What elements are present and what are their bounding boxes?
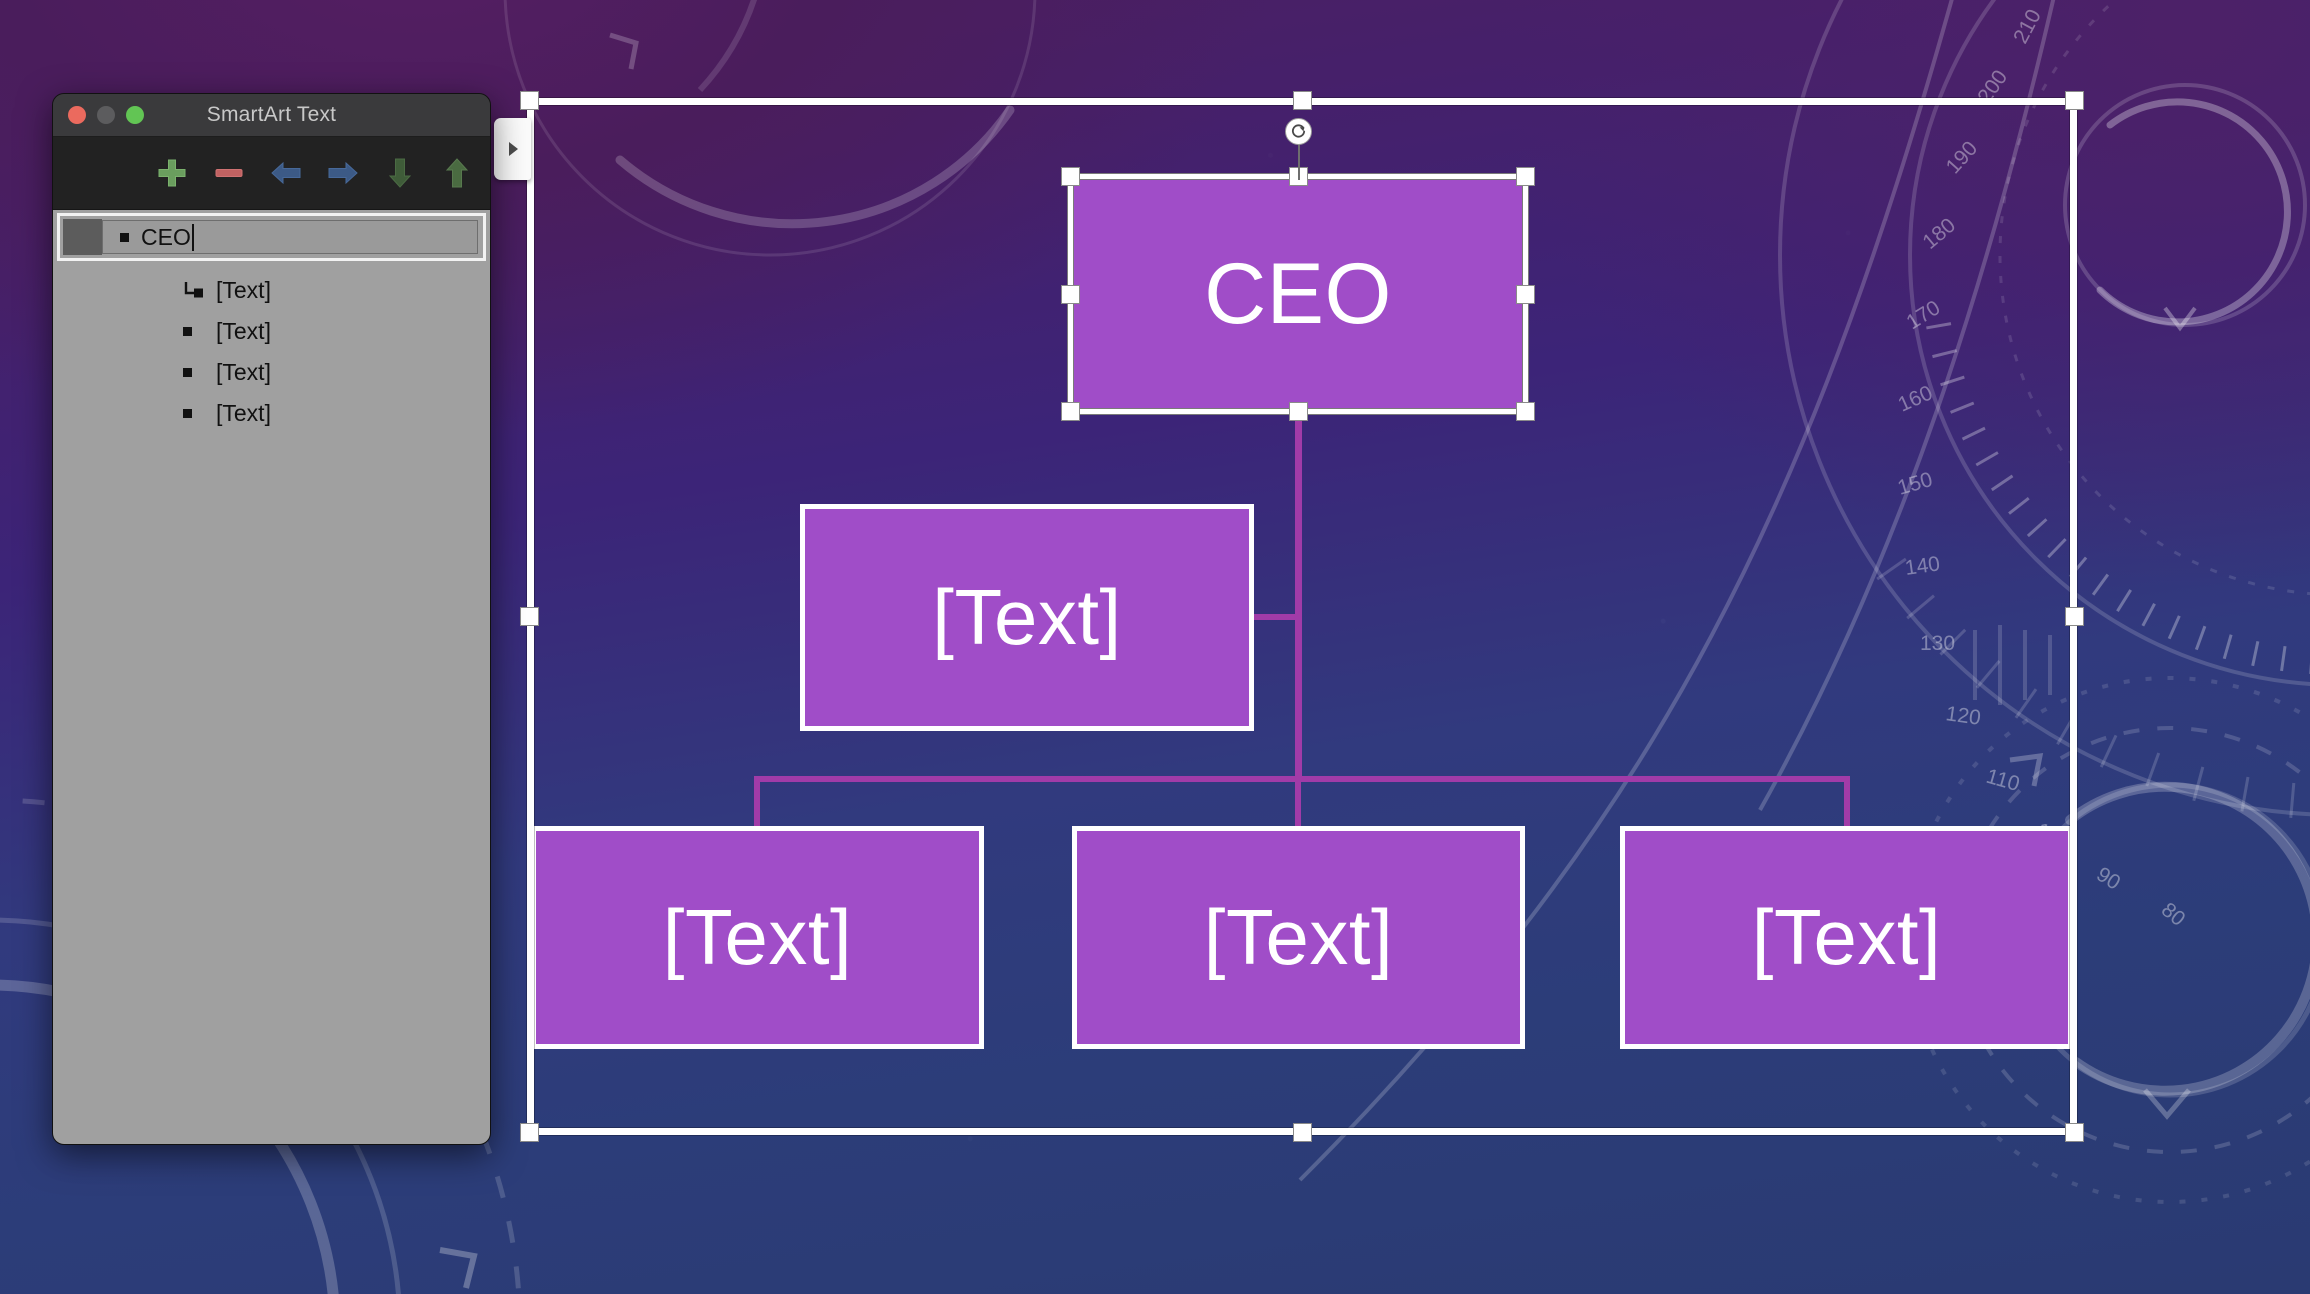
text-caret	[191, 223, 194, 251]
svg-text:200: 200	[1973, 66, 2012, 108]
bullet-square-icon	[183, 368, 206, 377]
svg-text:80: 80	[2157, 898, 2190, 931]
text-list-item-4[interactable]: [Text]	[53, 352, 490, 393]
minus-icon	[215, 169, 242, 177]
svg-text:210: 210	[2009, 6, 2046, 48]
arrow-up-icon	[445, 158, 468, 188]
svg-text:90: 90	[2092, 863, 2124, 895]
move-up-button[interactable]	[428, 149, 485, 197]
text-list-item-label: [Text]	[216, 400, 271, 426]
maximize-window-button[interactable]	[126, 106, 144, 124]
demote-button[interactable]	[314, 149, 371, 197]
minimize-window-button[interactable]	[97, 106, 115, 124]
promote-button[interactable]	[257, 149, 314, 197]
svg-text:140: 140	[1903, 552, 1941, 580]
svg-text:170: 170	[1902, 296, 1944, 334]
arrow-left-icon	[270, 161, 300, 185]
text-list-item-label: CEO	[141, 223, 191, 250]
text-list-item-selected[interactable]: CEO	[57, 213, 486, 261]
traffic-light-group	[68, 106, 144, 124]
add-shape-button[interactable]	[143, 149, 200, 197]
remove-shape-button[interactable]	[200, 149, 257, 197]
close-window-button[interactable]	[68, 106, 86, 124]
text-pane-toolbar	[53, 137, 490, 210]
smartart-text-window[interactable]: SmartArt Text CEO [Text] [Text] [Text] […	[52, 93, 491, 1145]
row-gutter	[63, 219, 102, 255]
text-list-item-label: [Text]	[216, 277, 271, 303]
bullet-square-icon	[120, 232, 129, 242]
text-list-item-3[interactable]: [Text]	[53, 311, 490, 352]
text-list-item-2[interactable]: [Text]	[53, 270, 490, 311]
window-title-bar[interactable]: SmartArt Text	[53, 94, 490, 137]
svg-text:190: 190	[1942, 137, 1983, 178]
bullet-square-icon	[183, 327, 206, 336]
svg-text:120: 120	[1944, 702, 1982, 730]
move-down-button[interactable]	[371, 149, 428, 197]
bullet-elbow-icon	[183, 280, 206, 301]
svg-text:130: 130	[1920, 632, 1955, 655]
text-list-item-label: [Text]	[216, 318, 271, 344]
plus-icon	[158, 159, 185, 187]
text-list-item-label: [Text]	[216, 359, 271, 385]
bullet-square-icon	[183, 409, 206, 418]
text-edit-field[interactable]: CEO	[102, 220, 478, 254]
svg-text:180: 180	[1918, 214, 1960, 254]
text-list-item-5[interactable]: [Text]	[53, 393, 490, 434]
arrow-down-icon	[388, 158, 411, 188]
smartart-text-list[interactable]: CEO [Text] [Text] [Text] [Text]	[53, 210, 490, 1144]
arrow-right-icon	[328, 161, 358, 185]
